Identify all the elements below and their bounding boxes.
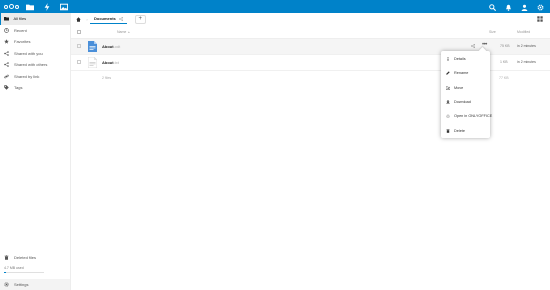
sidebar-item-label: Shared with you bbox=[14, 50, 43, 56]
sidebar-item-label: Shared by link bbox=[14, 73, 40, 79]
download-icon bbox=[446, 100, 450, 104]
breadcrumb-label: Documents bbox=[94, 16, 116, 21]
row-checkbox[interactable] bbox=[77, 44, 81, 48]
menu-item-label: Download bbox=[454, 100, 471, 105]
gear-icon bbox=[4, 282, 9, 287]
file-name[interactable]: About.txt bbox=[102, 55, 119, 70]
tag-icon bbox=[4, 85, 9, 90]
sidebar-item-label: Tags bbox=[14, 85, 23, 91]
menu-item-open-onlyoffice[interactable]: Open in ONLYOFFICE bbox=[441, 109, 493, 123]
quota-text: 4.7 MB used bbox=[4, 265, 24, 270]
column-name[interactable]: Name▲ bbox=[117, 27, 130, 38]
sidebar-item-label: Recent bbox=[14, 27, 27, 33]
pencil-icon bbox=[446, 71, 450, 76]
file-modified: in 2 minutes bbox=[517, 44, 536, 48]
gallery-app-icon[interactable] bbox=[57, 0, 71, 13]
menu-item-rename[interactable]: Rename bbox=[441, 66, 490, 80]
nextcloud-logo[interactable] bbox=[4, 3, 20, 11]
top-bar bbox=[0, 0, 550, 13]
files-app-icon[interactable] bbox=[23, 0, 37, 13]
home-icon[interactable] bbox=[72, 13, 84, 25]
trash-icon bbox=[4, 255, 9, 260]
sidebar-item-settings[interactable]: Settings bbox=[0, 278, 70, 290]
menu-item-details[interactable]: Details bbox=[441, 52, 490, 66]
select-all-checkbox[interactable] bbox=[77, 30, 81, 34]
file-size: 75 KB bbox=[500, 44, 510, 48]
star-icon bbox=[4, 39, 9, 44]
sidebar-item-all-files[interactable]: All files bbox=[0, 13, 70, 25]
share-icon bbox=[4, 62, 9, 68]
grid-view-icon[interactable] bbox=[537, 16, 543, 22]
text-file-icon bbox=[88, 57, 97, 68]
menu-item-label: Delete bbox=[454, 128, 465, 133]
onlyoffice-icon bbox=[446, 114, 450, 119]
file-modified: in 2 minutes bbox=[517, 60, 536, 64]
menu-item-label: Open in ONLYOFFICE bbox=[454, 114, 493, 119]
file-size: 1 KB bbox=[500, 60, 508, 64]
sidebar-item-favorites[interactable]: Favorites bbox=[0, 36, 70, 48]
sidebar: All files Recent Favorites Shared with y… bbox=[0, 13, 71, 290]
sidebar-item-label: All files bbox=[13, 16, 27, 22]
header-right-icons bbox=[489, 0, 544, 13]
sidebar-item-recent[interactable]: Recent bbox=[0, 25, 70, 37]
share-icon[interactable] bbox=[118, 16, 123, 21]
quota-bar bbox=[4, 271, 44, 273]
sidebar-item-label: Settings bbox=[14, 281, 29, 287]
column-size[interactable]: Size bbox=[489, 27, 496, 38]
activity-app-icon[interactable] bbox=[40, 0, 54, 13]
breadcrumb: › Documents + bbox=[71, 13, 146, 25]
new-button[interactable]: + bbox=[134, 14, 146, 24]
menu-item-move[interactable]: Move bbox=[441, 81, 490, 95]
sidebar-item-shared-with-others[interactable]: Shared with others bbox=[0, 59, 70, 71]
trash-icon bbox=[446, 128, 450, 133]
move-icon bbox=[446, 86, 450, 90]
menu-item-label: Rename bbox=[454, 71, 469, 76]
share-icon bbox=[4, 50, 9, 56]
menu-item-label: Move bbox=[454, 85, 464, 90]
summary-count: 2 files bbox=[102, 76, 112, 80]
sidebar-item-label: Deleted files bbox=[14, 255, 37, 261]
folder-icon bbox=[3, 16, 9, 21]
file-actions-menu: Details Rename Move Download Open in ONL… bbox=[441, 51, 493, 138]
share-icon[interactable] bbox=[471, 44, 475, 48]
file-list-header: Name▲ Size Modified bbox=[71, 27, 550, 39]
sort-arrow-icon: ▲ bbox=[127, 30, 131, 34]
menu-item-download[interactable]: Download bbox=[441, 95, 490, 109]
sidebar-item-label: Favorites bbox=[14, 39, 31, 45]
column-modified[interactable]: Modified bbox=[517, 27, 530, 38]
row-checkbox[interactable] bbox=[77, 60, 81, 64]
sidebar-item-shared-by-link[interactable]: Shared by link bbox=[0, 71, 70, 83]
menu-item-label: Details bbox=[454, 57, 466, 62]
sidebar-item-tags[interactable]: Tags bbox=[0, 82, 70, 94]
link-icon bbox=[4, 74, 9, 79]
sidebar-item-label: Shared with others bbox=[14, 62, 48, 68]
sidebar-footer: Deleted files 4.7 MB used Settings bbox=[0, 252, 70, 290]
info-icon bbox=[446, 57, 450, 61]
file-name[interactable]: About.odt bbox=[102, 39, 120, 54]
clock-icon bbox=[4, 27, 9, 33]
document-icon bbox=[88, 41, 97, 52]
summary-size: 77 KB bbox=[499, 76, 509, 80]
menu-item-delete[interactable]: Delete bbox=[441, 123, 490, 137]
sidebar-item-deleted-files[interactable]: Deleted files bbox=[0, 252, 70, 264]
breadcrumb-current[interactable]: Documents bbox=[90, 14, 127, 24]
sidebar-item-shared-with-you[interactable]: Shared with you bbox=[0, 48, 70, 60]
